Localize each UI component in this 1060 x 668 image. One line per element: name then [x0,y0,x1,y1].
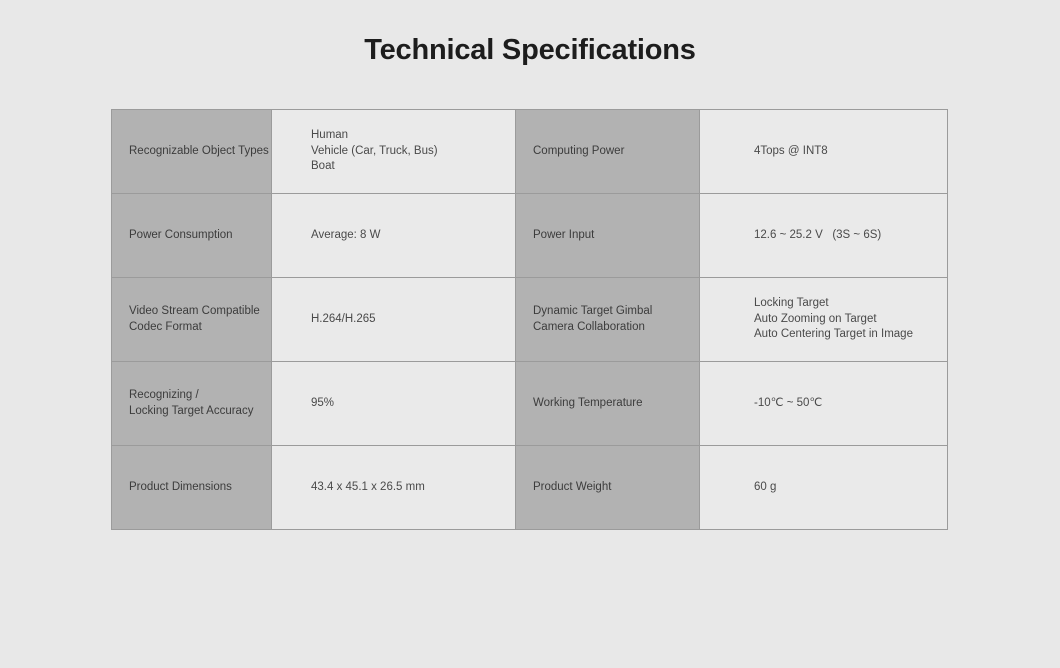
label-line: Locking Target Accuracy [129,404,254,417]
label-line: Product Dimensions [129,480,232,493]
spec-value-power-input: 12.6 ~ 25.2 V (3S ~ 6S) [699,193,948,278]
spec-value-recognizable-object-types: Human Vehicle (Car, Truck, Bus) Boat [271,109,516,194]
spec-value-computing-power: 4Tops @ INT8 [699,109,948,194]
value-line: Average: 8 W [311,228,381,241]
specifications-page: Technical Specifications Recognizable Ob… [0,0,1060,668]
value-line: 43.4 x 45.1 x 26.5 mm [311,480,425,493]
table-row: Product Dimensions 43.4 x 45.1 x 26.5 mm… [111,445,948,530]
spec-label-working-temperature: Working Temperature [515,361,700,446]
value-line: 12.6 ~ 25.2 V (3S ~ 6S) [754,228,882,241]
label-line: Product Weight [533,480,612,493]
spec-value-video-stream-codec-format: H.264/H.265 [271,277,516,362]
spec-value-product-dimensions: 43.4 x 45.1 x 26.5 mm [271,445,516,530]
technical-specifications-table: Recognizable Object Types Human Vehicle … [111,109,948,530]
spec-label-power-consumption: Power Consumption [111,193,272,278]
value-line: Locking Target [754,297,829,310]
label-line: Power Input [533,228,595,241]
table-body: Recognizable Object Types Human Vehicle … [111,109,948,530]
spec-value-product-weight: 60 g [699,445,948,530]
label-line: Recognizing / [129,389,199,401]
value-line: 4Tops @ INT8 [754,144,828,157]
value-line: Boat [311,160,335,173]
label-line: Video Stream Compatible [129,305,260,317]
value-line: 60 g [754,480,777,493]
label-line: Recognizable Object Types [129,144,269,157]
spec-label-recognizable-object-types: Recognizable Object Types [111,109,272,194]
label-line: Camera Collaboration [533,320,645,333]
label-line: Computing Power [533,144,625,157]
value-line: -10℃ ~ 50℃ [754,396,823,409]
value-line: H.264/H.265 [311,312,376,325]
spec-label-power-input: Power Input [515,193,700,278]
value-line: Human [311,129,349,142]
label-line: Dynamic Target Gimbal [533,305,653,317]
table-row: Video Stream Compatible Codec Format H.2… [111,277,948,362]
value-line: 95% [311,396,335,409]
spec-value-working-temperature: -10℃ ~ 50℃ [699,361,948,446]
spec-label-recognizing-locking-target-accuracy: Recognizing / Locking Target Accuracy [111,361,272,446]
spec-value-recognizing-locking-target-accuracy: 95% [271,361,516,446]
page-title: Technical Specifications [364,34,696,66]
value-line: Auto Zooming on Target [754,312,877,325]
label-line: Power Consumption [129,228,233,241]
label-line: Codec Format [129,320,202,333]
label-line: Working Temperature [533,396,643,409]
table-row: Recognizable Object Types Human Vehicle … [111,109,948,194]
spec-value-dynamic-target-gimbal-camera-collaboration: Locking Target Auto Zooming on Target Au… [699,277,948,362]
spec-label-product-dimensions: Product Dimensions [111,445,272,530]
spec-label-computing-power: Computing Power [515,109,700,194]
spec-value-power-consumption: Average: 8 W [271,193,516,278]
spec-label-dynamic-target-gimbal-camera-collaboration: Dynamic Target Gimbal Camera Collaborati… [515,277,700,362]
value-line: Vehicle (Car, Truck, Bus) [311,144,438,157]
table-row: Recognizing / Locking Target Accuracy 95… [111,361,948,446]
spec-label-product-weight: Product Weight [515,445,700,530]
value-line: Auto Centering Target in Image [754,328,913,341]
spec-label-video-stream-codec-format: Video Stream Compatible Codec Format [111,277,272,362]
table-row: Power Consumption Average: 8 W Power Inp… [111,193,948,278]
